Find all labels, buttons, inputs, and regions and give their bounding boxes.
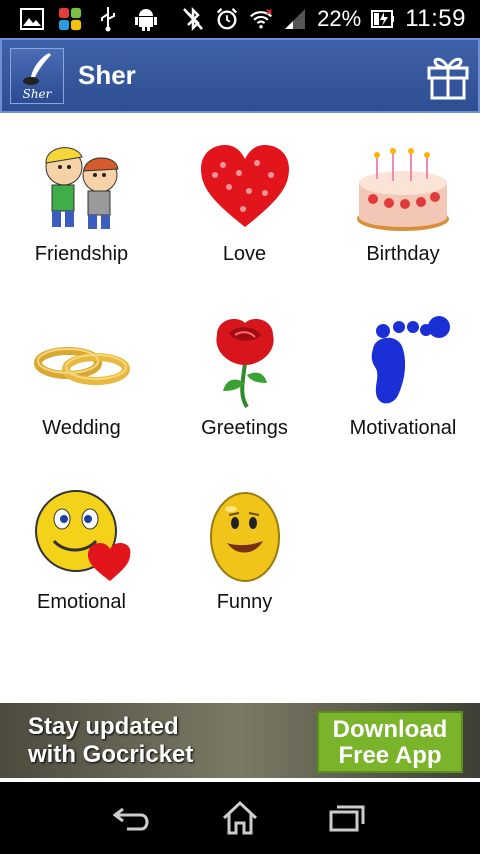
category-wedding[interactable]: Wedding <box>0 313 163 487</box>
download-button-line-1: Download <box>332 716 448 743</box>
category-greetings[interactable]: Greetings <box>163 313 326 487</box>
category-label: Emotional <box>37 591 126 613</box>
category-motivational[interactable]: Motivational <box>326 313 480 487</box>
download-button-line-2: Free App <box>338 742 442 769</box>
ad-banner[interactable]: Stay updated with Gocricket Download Fre… <box>0 703 480 778</box>
signal-icon <box>283 7 307 31</box>
friendship-icon <box>45 147 119 229</box>
rings-icon <box>33 347 130 385</box>
download-button[interactable]: Download Free App <box>317 711 463 773</box>
smiley-heart-icon <box>34 490 130 581</box>
back-icon[interactable] <box>109 798 157 838</box>
category-love[interactable]: Love <box>163 139 326 313</box>
category-birthday[interactable]: Birthday <box>326 139 480 313</box>
alarm-icon <box>215 7 239 31</box>
android-icon <box>134 7 158 31</box>
gift-icon[interactable] <box>426 52 470 100</box>
category-label: Birthday <box>366 243 440 265</box>
ad-line-2: with Gocricket <box>28 741 194 768</box>
app-icon <box>58 7 82 31</box>
bluetooth-off-icon <box>181 6 205 32</box>
category-label: Wedding <box>42 417 121 439</box>
navigation-bar <box>0 782 480 854</box>
battery-percent: 22% <box>317 6 362 31</box>
rose-icon <box>215 319 274 409</box>
category-label: Friendship <box>34 243 129 265</box>
page-title: Sher <box>78 60 136 90</box>
category-funny[interactable]: Funny <box>163 487 326 661</box>
usb-icon <box>96 7 120 32</box>
category-label: Funny <box>216 591 273 613</box>
app-bar: Sher Sher <box>0 38 480 113</box>
ad-text: Stay updated with Gocricket <box>28 713 193 769</box>
heart-icon <box>200 145 289 227</box>
category-friendship[interactable]: Friendship <box>0 139 163 313</box>
category-emotional[interactable]: Emotional <box>0 487 163 661</box>
category-label: Love <box>222 243 267 265</box>
app-logo-text: Sher <box>22 86 52 101</box>
home-icon[interactable] <box>216 798 264 838</box>
cake-icon <box>357 148 449 231</box>
clock: 11:59 <box>405 5 466 32</box>
quill-icon <box>23 52 51 85</box>
footprint-icon <box>371 316 450 404</box>
egg-face-icon <box>209 492 280 582</box>
gallery-icon <box>20 7 44 31</box>
recents-icon[interactable] <box>323 798 371 838</box>
wifi-icon <box>249 7 273 31</box>
ad-line-1: Stay updated <box>28 713 179 740</box>
battery-icon <box>371 7 395 31</box>
category-label: Greetings <box>201 417 288 439</box>
category-label: Motivational <box>349 417 457 439</box>
status-bar: 22% 11:59 <box>0 0 480 38</box>
category-grid: Friendship Love Birthday Wedding Greetin… <box>0 113 480 703</box>
app-logo: Sher <box>10 47 64 104</box>
